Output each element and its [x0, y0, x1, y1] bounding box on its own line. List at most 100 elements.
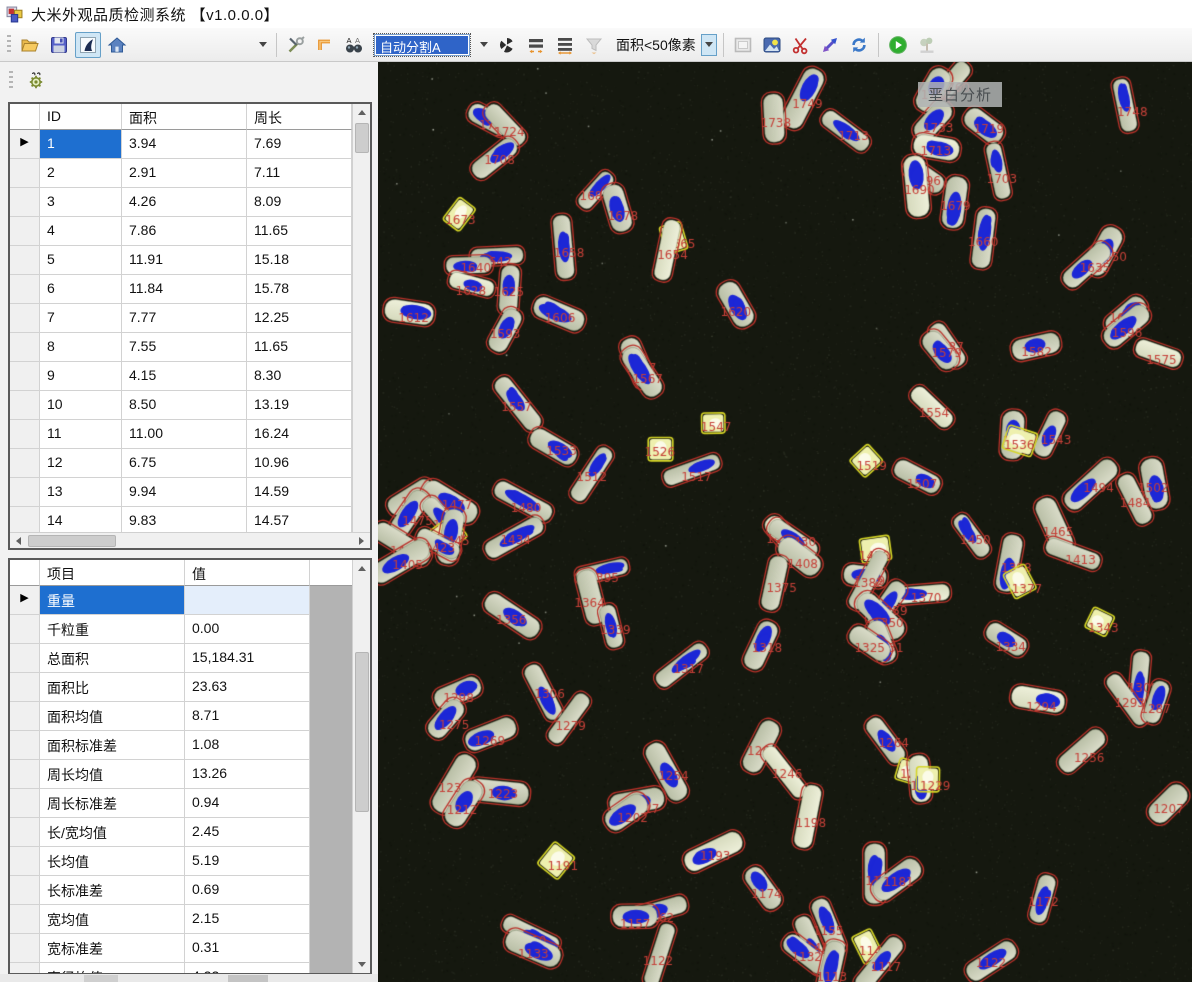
table-cell[interactable]: 宽均值 — [40, 905, 185, 934]
table-cell[interactable]: 10 — [40, 391, 122, 420]
table-cell[interactable]: 12 — [40, 449, 122, 478]
table-cell[interactable]: 7.55 — [122, 333, 247, 362]
save-icon[interactable] — [46, 32, 72, 58]
table-cell[interactable]: 7.11 — [247, 159, 352, 188]
table-cell[interactable]: 11.65 — [247, 333, 352, 362]
table-cell[interactable]: 8.30 — [247, 362, 352, 391]
table-cell[interactable]: 11.91 — [122, 246, 247, 275]
swap-diagonal-arrow-icon[interactable] — [817, 32, 843, 58]
table-cell[interactable]: 5 — [40, 246, 122, 275]
row-selector[interactable] — [10, 478, 40, 507]
table-cell[interactable]: 长/宽均值 — [40, 818, 185, 847]
table-cell[interactable]: 4 — [40, 217, 122, 246]
table-cell[interactable]: 1.08 — [185, 731, 310, 760]
table-cell[interactable]: 重量 — [40, 586, 185, 615]
table-cell[interactable]: 11.84 — [122, 275, 247, 304]
overflow-dropdown-icon[interactable] — [256, 34, 270, 56]
table-cell[interactable]: 3 — [40, 188, 122, 217]
table-cell[interactable]: 总面积 — [40, 644, 185, 673]
column-header[interactable]: 项目 — [40, 560, 185, 586]
table-cell[interactable]: 15,184.31 — [185, 644, 310, 673]
scroll-thumb[interactable] — [355, 652, 369, 812]
recycle-fan-icon[interactable] — [494, 32, 520, 58]
row-selector[interactable] — [10, 963, 40, 973]
table-cell[interactable]: 10.96 — [247, 449, 352, 478]
table-cell[interactable]: 23.63 — [185, 673, 310, 702]
scroll-thumb[interactable] — [28, 535, 116, 547]
column-header[interactable]: ID — [40, 104, 122, 130]
table-cell[interactable]: 12.25 — [247, 304, 352, 333]
column-header[interactable]: 面积 — [122, 104, 247, 130]
scroll-down-button[interactable] — [353, 956, 371, 973]
table-cell[interactable]: 13 — [40, 478, 122, 507]
corner-icon[interactable] — [312, 32, 338, 58]
funnel-icon[interactable] — [581, 32, 607, 58]
row-selector[interactable] — [10, 934, 40, 963]
row-selector[interactable] — [10, 449, 40, 478]
table-cell[interactable]: 面积均值 — [40, 702, 185, 731]
table-cell[interactable]: 14.59 — [247, 478, 352, 507]
table-cell[interactable]: 周长标准差 — [40, 789, 185, 818]
image-view-icon[interactable] — [75, 32, 101, 58]
table-cell[interactable]: 7.86 — [122, 217, 247, 246]
row-selector[interactable]: ▶ — [10, 586, 40, 615]
row-selector[interactable] — [10, 615, 40, 644]
table-cell[interactable]: 0.69 — [185, 876, 310, 905]
table-cell[interactable]: 11.65 — [247, 217, 352, 246]
refresh-icon[interactable] — [846, 32, 872, 58]
line-spacing-2-icon[interactable] — [523, 32, 549, 58]
table-cell[interactable]: 4.15 — [122, 362, 247, 391]
row-selector[interactable] — [10, 304, 40, 333]
row-selector[interactable] — [10, 246, 40, 275]
tools-icon[interactable] — [283, 32, 309, 58]
row-selector[interactable] — [10, 760, 40, 789]
column-header[interactable]: 值 — [185, 560, 310, 586]
grain-table-vscrollbar[interactable] — [352, 104, 370, 548]
table-cell[interactable]: 9.94 — [122, 478, 247, 507]
row-selector[interactable] — [10, 673, 40, 702]
picture-frame-icon[interactable] — [730, 32, 756, 58]
segmentation-combobox[interactable]: 自动分割A — [374, 34, 470, 56]
image-sun-icon[interactable] — [759, 32, 785, 58]
row-selector[interactable] — [10, 188, 40, 217]
row-selector[interactable] — [10, 159, 40, 188]
tree-icon[interactable] — [914, 32, 940, 58]
table-cell[interactable]: 7 — [40, 304, 122, 333]
table-cell[interactable]: 7.77 — [122, 304, 247, 333]
table-cell[interactable]: 15.18 — [247, 246, 352, 275]
grain-table-hscrollbar[interactable] — [10, 532, 370, 548]
scroll-thumb[interactable] — [355, 123, 369, 153]
panel-toolbar-grip[interactable] — [9, 71, 13, 91]
find-binoculars-icon[interactable]: A A — [341, 32, 367, 58]
row-selector[interactable] — [10, 731, 40, 760]
row-selector[interactable] — [10, 275, 40, 304]
table-cell[interactable]: 长标准差 — [40, 876, 185, 905]
row-selector[interactable] — [10, 702, 40, 731]
table-cell[interactable]: 0.00 — [185, 615, 310, 644]
table-cell[interactable]: 13.26 — [185, 760, 310, 789]
scroll-up-button[interactable] — [353, 560, 371, 577]
table-cell[interactable]: 面积标准差 — [40, 731, 185, 760]
row-selector[interactable] — [10, 362, 40, 391]
table-cell[interactable]: 直径均值 — [40, 963, 185, 973]
table-cell[interactable]: 2.15 — [185, 905, 310, 934]
table-cell[interactable]: 4.26 — [122, 188, 247, 217]
column-header[interactable]: 周长 — [247, 104, 352, 130]
table-cell[interactable]: 4.22 — [185, 963, 310, 973]
table-cell[interactable]: 13.19 — [247, 391, 352, 420]
table-cell[interactable]: 2 — [40, 159, 122, 188]
table-cell[interactable]: 宽标准差 — [40, 934, 185, 963]
row-selector[interactable] — [10, 333, 40, 362]
segmentation-combobox-value[interactable]: 自动分割A — [376, 36, 468, 54]
area-filter-dropdown-icon[interactable] — [701, 34, 717, 56]
row-selector[interactable] — [10, 391, 40, 420]
table-cell[interactable]: 2.45 — [185, 818, 310, 847]
analysis-canvas[interactable] — [378, 62, 1192, 982]
row-selector[interactable] — [10, 847, 40, 876]
row-selector[interactable] — [10, 905, 40, 934]
row-selector[interactable] — [10, 217, 40, 246]
table-cell[interactable] — [185, 586, 310, 615]
folder-open-icon[interactable] — [17, 32, 43, 58]
table-cell[interactable]: 长均值 — [40, 847, 185, 876]
gear-icon[interactable] — [24, 69, 48, 93]
